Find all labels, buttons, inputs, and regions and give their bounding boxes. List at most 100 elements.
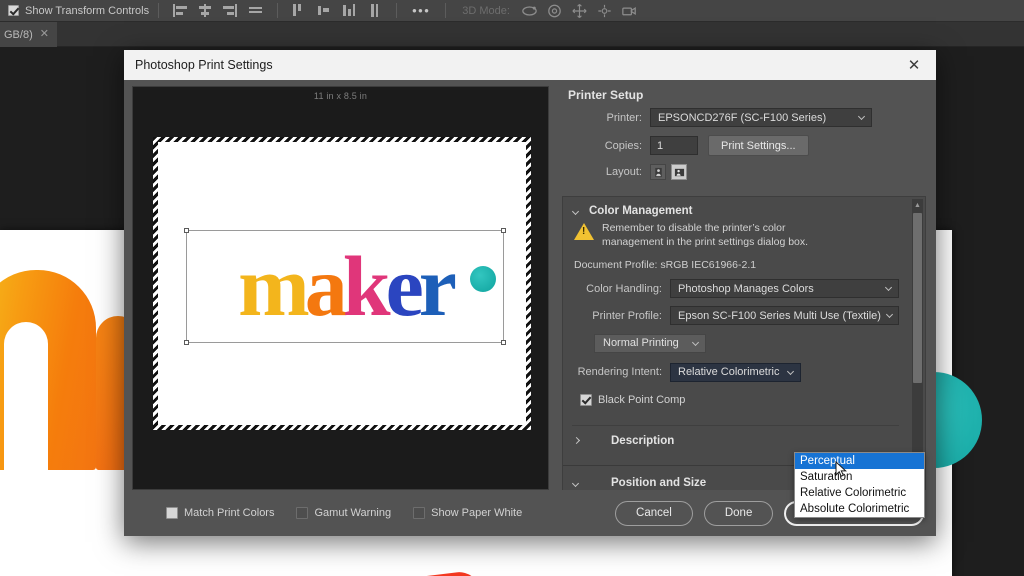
- printer-profile-label: Printer Profile:: [592, 309, 662, 322]
- copies-row: Copies: 1 Print Settings...: [568, 135, 922, 156]
- print-preview-pane[interactable]: 11 in x 8.5 in maker: [132, 86, 549, 490]
- print-mode-select[interactable]: Normal Printing: [594, 333, 706, 353]
- printer-profile-value: Epson SC-F100 Series Multi Use (Textile): [678, 309, 881, 322]
- printer-row: Printer: EPSONCD276F (SC-F100 Series): [568, 108, 922, 127]
- color-handling-value: Photoshop Manages Colors: [678, 282, 814, 295]
- chevron-down-icon: [572, 479, 581, 488]
- show-paper-white-row: Show Paper White: [413, 507, 522, 519]
- preview-paper-inner: maker: [158, 142, 526, 425]
- selection-handle[interactable]: [184, 228, 189, 233]
- printer-label: Printer:: [606, 111, 642, 124]
- align-left-edges-icon[interactable]: [172, 3, 189, 18]
- match-print-colors-checkbox[interactable]: [166, 507, 178, 519]
- close-icon[interactable]: ✕: [40, 29, 49, 40]
- color-handling-select[interactable]: Photoshop Manages Colors: [670, 279, 899, 298]
- rendering-intent-label: Rendering Intent:: [577, 366, 662, 378]
- mouse-cursor-icon: [835, 460, 847, 484]
- black-point-compensation-label: Black Point Comp: [598, 393, 686, 406]
- rendering-intent-dropdown-list[interactable]: Perceptual Saturation Relative Colorimet…: [794, 452, 925, 518]
- chevron-down-icon: [887, 312, 894, 319]
- document-profile-label: Document Profile: sRGB IEC61966-2.1: [574, 259, 757, 271]
- scrollbar-thumb[interactable]: [913, 213, 922, 383]
- section-divider: [572, 425, 899, 426]
- printer-setup-panel: Printer Setup Printer: EPSONCD276F (SC-F…: [554, 80, 936, 180]
- chevron-right-icon: [572, 437, 581, 446]
- rendering-intent-option-saturation[interactable]: Saturation: [795, 469, 924, 485]
- selection-handle[interactable]: [501, 228, 506, 233]
- chevron-down-icon: [859, 114, 866, 121]
- print-settings-button[interactable]: Print Settings...: [708, 135, 809, 156]
- artwork-letter-shape-m: [0, 270, 96, 472]
- dialog-title-bar: Photoshop Print Settings ✕: [124, 50, 936, 80]
- rotate-3d-icon[interactable]: [520, 3, 539, 19]
- close-icon[interactable]: ✕: [892, 50, 936, 80]
- show-transform-controls-label: Show Transform Controls: [25, 4, 150, 17]
- toolbar-divider-4: [445, 3, 447, 18]
- rendering-intent-option-perceptual[interactable]: Perceptual: [795, 453, 924, 469]
- align-horizontal-centers-icon[interactable]: [197, 3, 214, 18]
- cancel-button[interactable]: Cancel: [615, 500, 693, 526]
- show-paper-white-label: Show Paper White: [431, 507, 523, 519]
- selection-handle[interactable]: [184, 340, 189, 345]
- chevron-down-icon: [788, 369, 795, 376]
- selection-handle[interactable]: [501, 340, 506, 345]
- footer-checkbox-group: Match Print Colors Gamut Warning Show Pa…: [166, 507, 522, 519]
- align-top-edges-icon[interactable]: [247, 3, 264, 18]
- copies-input[interactable]: 1: [650, 136, 698, 155]
- toolbar-divider-2: [277, 3, 279, 18]
- position-and-size-section-header[interactable]: Position and Size: [572, 477, 706, 489]
- position-and-size-title: Position and Size: [611, 477, 707, 489]
- gamut-warning-checkbox: [296, 507, 309, 519]
- print-mode-value: Normal Printing: [603, 337, 679, 349]
- gamut-warning-row: Gamut Warning: [296, 507, 391, 519]
- copies-label: Copies:: [604, 139, 642, 152]
- layout-row: Layout:: [568, 164, 922, 180]
- warning-text: Remember to disable the printer’s color …: [602, 221, 808, 249]
- printer-profile-select[interactable]: Epson SC-F100 Series Multi Use (Textile): [670, 306, 899, 325]
- slide-3d-icon[interactable]: [595, 3, 614, 19]
- printer-select[interactable]: EPSONCD276F (SC-F100 Series): [650, 108, 872, 127]
- distribute-bottom-edges-icon[interactable]: [341, 3, 358, 18]
- drag-3d-icon[interactable]: [570, 3, 589, 19]
- rendering-intent-option-relative-colorimetric[interactable]: Relative Colorimetric: [795, 485, 924, 501]
- align-right-edges-icon[interactable]: [222, 3, 239, 18]
- scroll-up-icon[interactable]: ▲: [912, 199, 923, 211]
- layout-portrait-icon[interactable]: [650, 164, 666, 180]
- gamut-warning-label: Gamut Warning: [314, 507, 392, 519]
- roll-3d-icon[interactable]: [545, 3, 564, 19]
- color-handling-row: Color Handling: Photoshop Manages Colors: [572, 279, 899, 298]
- paper-size-label: 11 in x 8.5 in: [313, 91, 368, 101]
- show-paper-white-checkbox: [413, 507, 426, 519]
- rendering-intent-option-absolute-colorimetric[interactable]: Absolute Colorimetric: [795, 501, 924, 517]
- distribute-vertical-centers-icon[interactable]: [316, 3, 333, 18]
- toolbar-divider: [158, 3, 160, 18]
- layout-landscape-icon[interactable]: [671, 164, 687, 180]
- selection-bounding-box[interactable]: [184, 228, 506, 345]
- black-point-compensation-row[interactable]: Black Point Comp: [580, 393, 899, 406]
- show-transform-controls-checkbox[interactable]: [8, 5, 19, 16]
- document-tab[interactable]: GB/8) ✕: [0, 22, 57, 47]
- scale-3d-camera-icon[interactable]: [620, 3, 639, 19]
- chevron-down-icon: [886, 285, 893, 292]
- black-point-compensation-checkbox[interactable]: [580, 393, 592, 406]
- rendering-intent-select[interactable]: Relative Colorimetric: [670, 362, 801, 382]
- rendering-intent-value: Relative Colorimetric: [678, 366, 780, 378]
- printer-select-value: EPSONCD276F (SC-F100 Series): [658, 111, 827, 124]
- photoshop-option-bar: Show Transform Controls ••• 3D Mode:: [0, 0, 1024, 22]
- artwork-red-shape: [219, 569, 497, 576]
- description-title: Description: [611, 435, 675, 447]
- dialog-title: Photoshop Print Settings: [135, 58, 273, 72]
- color-management-title: Color Management: [589, 205, 693, 217]
- layout-label: Layout:: [605, 166, 642, 178]
- description-section-header[interactable]: Description: [572, 435, 674, 447]
- printer-profile-row: Printer Profile: Epson SC-F100 Series Mu…: [572, 306, 899, 325]
- 3d-mode-label: 3D Mode:: [462, 4, 510, 17]
- print-settings-dialog: Photoshop Print Settings ✕ 11 in x 8.5 i…: [124, 50, 936, 536]
- match-print-colors-row[interactable]: Match Print Colors: [166, 507, 274, 519]
- distribute-top-edges-icon[interactable]: [291, 3, 308, 18]
- more-options-icon[interactable]: •••: [412, 3, 430, 18]
- chevron-down-icon: [572, 207, 581, 216]
- color-management-section-header[interactable]: Color Management: [572, 205, 899, 217]
- done-button[interactable]: Done: [703, 500, 774, 526]
- distribute-left-edges-icon[interactable]: [366, 3, 383, 18]
